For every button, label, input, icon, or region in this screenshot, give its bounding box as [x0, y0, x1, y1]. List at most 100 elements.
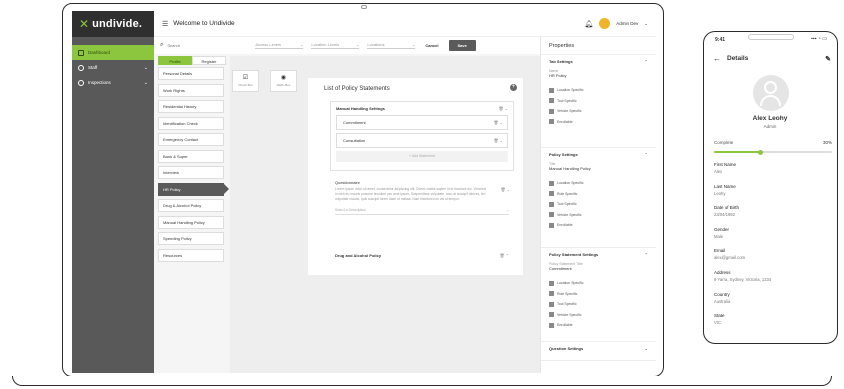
- field-value[interactable]: HR Policy: [549, 73, 648, 78]
- list-item[interactable]: Residential History: [158, 100, 224, 113]
- tab-register[interactable]: Register: [192, 56, 226, 65]
- drug-alcohol-section[interactable]: Drug and Alcohol Policy 🗑 ⌃: [330, 249, 514, 263]
- group-header[interactable]: Tab Settings ⌃: [549, 59, 648, 64]
- radio-tool[interactable]: ◉ Radio Box: [270, 70, 297, 92]
- add-icon[interactable]: +: [510, 84, 517, 91]
- top-bar: ☰ Welcome to Undivide 🔔︎ Admin Dev ⌄: [154, 11, 656, 37]
- checkbox[interactable]: [549, 280, 554, 286]
- checkbox[interactable]: [549, 291, 554, 297]
- bell-icon[interactable]: 🔔︎: [584, 20, 593, 28]
- field-country: Country Australia: [714, 292, 832, 314]
- tool-label: Check Box: [238, 83, 253, 87]
- checkbox[interactable]: [549, 108, 554, 114]
- checkbox[interactable]: [549, 201, 554, 207]
- checkbox-label: Vehicle Specific: [557, 312, 582, 317]
- list-item[interactable]: Personal Details: [158, 67, 224, 80]
- list-item[interactable]: Speeding Policy: [158, 232, 224, 245]
- field-label: Date of Birth: [714, 205, 740, 211]
- checkbox-row[interactable]: Tool Specific: [549, 199, 648, 210]
- sidebar-item-staff[interactable]: Staff ⌄: [72, 60, 154, 75]
- tab-profile[interactable]: Profile: [158, 56, 192, 65]
- select-placeholder: Select a Description: [335, 208, 367, 212]
- trash-chevron-icons[interactable]: 🗑 ⌄: [493, 116, 507, 129]
- completion-label: Complete: [714, 140, 734, 145]
- trash-chevron-icons[interactable]: 🗑 ⌄: [500, 187, 510, 192]
- sidebar: ✕ undivide. Dashboard Staff ⌄ Inspection…: [72, 11, 154, 373]
- camera-notch: [361, 5, 367, 9]
- trash-chevron-icons[interactable]: 🗑 ⌄: [498, 106, 508, 111]
- checkbox-row[interactable]: Vehicle Specific: [549, 210, 648, 221]
- status-time: 9:41: [715, 37, 726, 43]
- checkbox-row[interactable]: Tool Specific: [549, 299, 648, 310]
- add-statement-button[interactable]: + Add Statement: [336, 151, 508, 162]
- field-value[interactable]: Manual Handling Policy: [549, 166, 648, 171]
- edit-pencil-icon[interactable]: ✎: [825, 55, 831, 63]
- section-header[interactable]: Manual Handling Settings 🗑 ⌄: [331, 102, 513, 115]
- save-button[interactable]: Save: [448, 40, 476, 51]
- logo-mark-icon: ✕: [79, 17, 90, 31]
- checkbox-row[interactable]: Tool Specific: [549, 96, 648, 107]
- checkbox[interactable]: [549, 98, 554, 104]
- page-title: Welcome to Undivide: [173, 20, 235, 27]
- back-arrow-icon[interactable]: ←: [713, 54, 721, 63]
- checkbox[interactable]: [549, 312, 554, 318]
- search-input[interactable]: [167, 43, 248, 48]
- list-item[interactable]: Resources: [158, 248, 224, 262]
- group-header[interactable]: Policy Statement Settings ⌃: [549, 252, 648, 257]
- avatar[interactable]: [599, 18, 611, 29]
- checkbox[interactable]: [549, 119, 554, 125]
- checkbox[interactable]: [549, 222, 554, 228]
- checkbox-label: Role Specific: [557, 191, 578, 196]
- group-header: Question Settings ⌄: [549, 346, 648, 351]
- list-item[interactable]: Drug & Alcohol Policy: [158, 199, 224, 212]
- statement-row[interactable]: Commitment 🗑 ⌄: [336, 115, 508, 130]
- user-name[interactable]: Admin Dev: [616, 21, 638, 26]
- sidebar-item-dashboard[interactable]: Dashboard: [72, 45, 154, 60]
- checkbox[interactable]: [549, 180, 554, 186]
- checkbox[interactable]: [549, 301, 554, 307]
- list-item[interactable]: Emergency Contact: [158, 133, 224, 146]
- statement-row[interactable]: Consultation 🗑 ⌄: [336, 133, 508, 148]
- description-select[interactable]: Select a Description ⌄: [335, 208, 509, 215]
- signal-battery-icons: ▪▪▪ ◔ ▭: [811, 36, 827, 42]
- list-item[interactable]: Work Rights: [158, 83, 224, 97]
- profile-role: Admin: [763, 124, 777, 129]
- checkbox-row[interactable]: Enrollable: [549, 320, 648, 331]
- trash-chevron-icons[interactable]: 🗑 ⌄: [493, 134, 507, 147]
- access-levels-dropdown[interactable]: Access Levels ⌄: [255, 42, 304, 49]
- checkbox-row[interactable]: Location Specific: [549, 85, 648, 96]
- trash-chevron-icons[interactable]: 🗑 ⌃: [499, 253, 509, 258]
- list-item[interactable]: Identification Check: [158, 116, 224, 130]
- checkbox[interactable]: [549, 191, 554, 197]
- group-header[interactable]: Policy Settings ⌃: [549, 152, 648, 157]
- field-value[interactable]: Commitment: [549, 266, 648, 271]
- questionnaire-text[interactable]: Lorem ipsum dolor sit amet, consectetur …: [330, 186, 514, 205]
- checkbox[interactable]: [549, 212, 554, 218]
- checkbox-row[interactable]: Enrollable: [549, 117, 648, 128]
- cancel-button[interactable]: Cancel: [425, 43, 438, 48]
- list-item-active[interactable]: HR Policy: [158, 182, 229, 196]
- list-item[interactable]: Interview: [158, 166, 224, 179]
- checkbox[interactable]: [549, 87, 554, 93]
- list-item[interactable]: Bank & Super: [158, 149, 224, 163]
- checkbox-row[interactable]: Role Specific: [549, 189, 648, 200]
- statement-label: Commitment: [343, 120, 366, 125]
- chevron-up-icon: ⌃: [644, 152, 648, 157]
- chevron-down-icon[interactable]: ⌄: [644, 21, 648, 27]
- checkbox[interactable]: [549, 322, 554, 328]
- menu-icon[interactable]: ☰: [162, 20, 168, 28]
- checkbox-row[interactable]: Location Specific: [549, 178, 648, 189]
- checkbox-row[interactable]: Vehicle Specific: [549, 106, 648, 117]
- checkbox-row[interactable]: Role Specific: [549, 289, 648, 300]
- checkbox-row[interactable]: Vehicle Specific: [549, 310, 648, 321]
- sidebar-item-inspections[interactable]: Inspections ⌄: [72, 75, 154, 90]
- question-settings-group[interactable]: Question Settings ⌄: [541, 342, 656, 361]
- checkbox-tool[interactable]: ☑ Check Box: [232, 70, 259, 92]
- list-item[interactable]: Manual Handling Policy: [158, 215, 224, 229]
- checkbox-row[interactable]: Enrollable: [549, 220, 648, 231]
- location-levels-dropdown[interactable]: Location Levels ⌄: [311, 42, 360, 49]
- logo[interactable]: ✕ undivide.: [72, 11, 154, 37]
- checkbox-row[interactable]: Location Specific: [549, 278, 648, 289]
- locations-dropdown[interactable]: Locations ⌄: [367, 42, 416, 49]
- tool-label: Radio Box: [276, 83, 291, 87]
